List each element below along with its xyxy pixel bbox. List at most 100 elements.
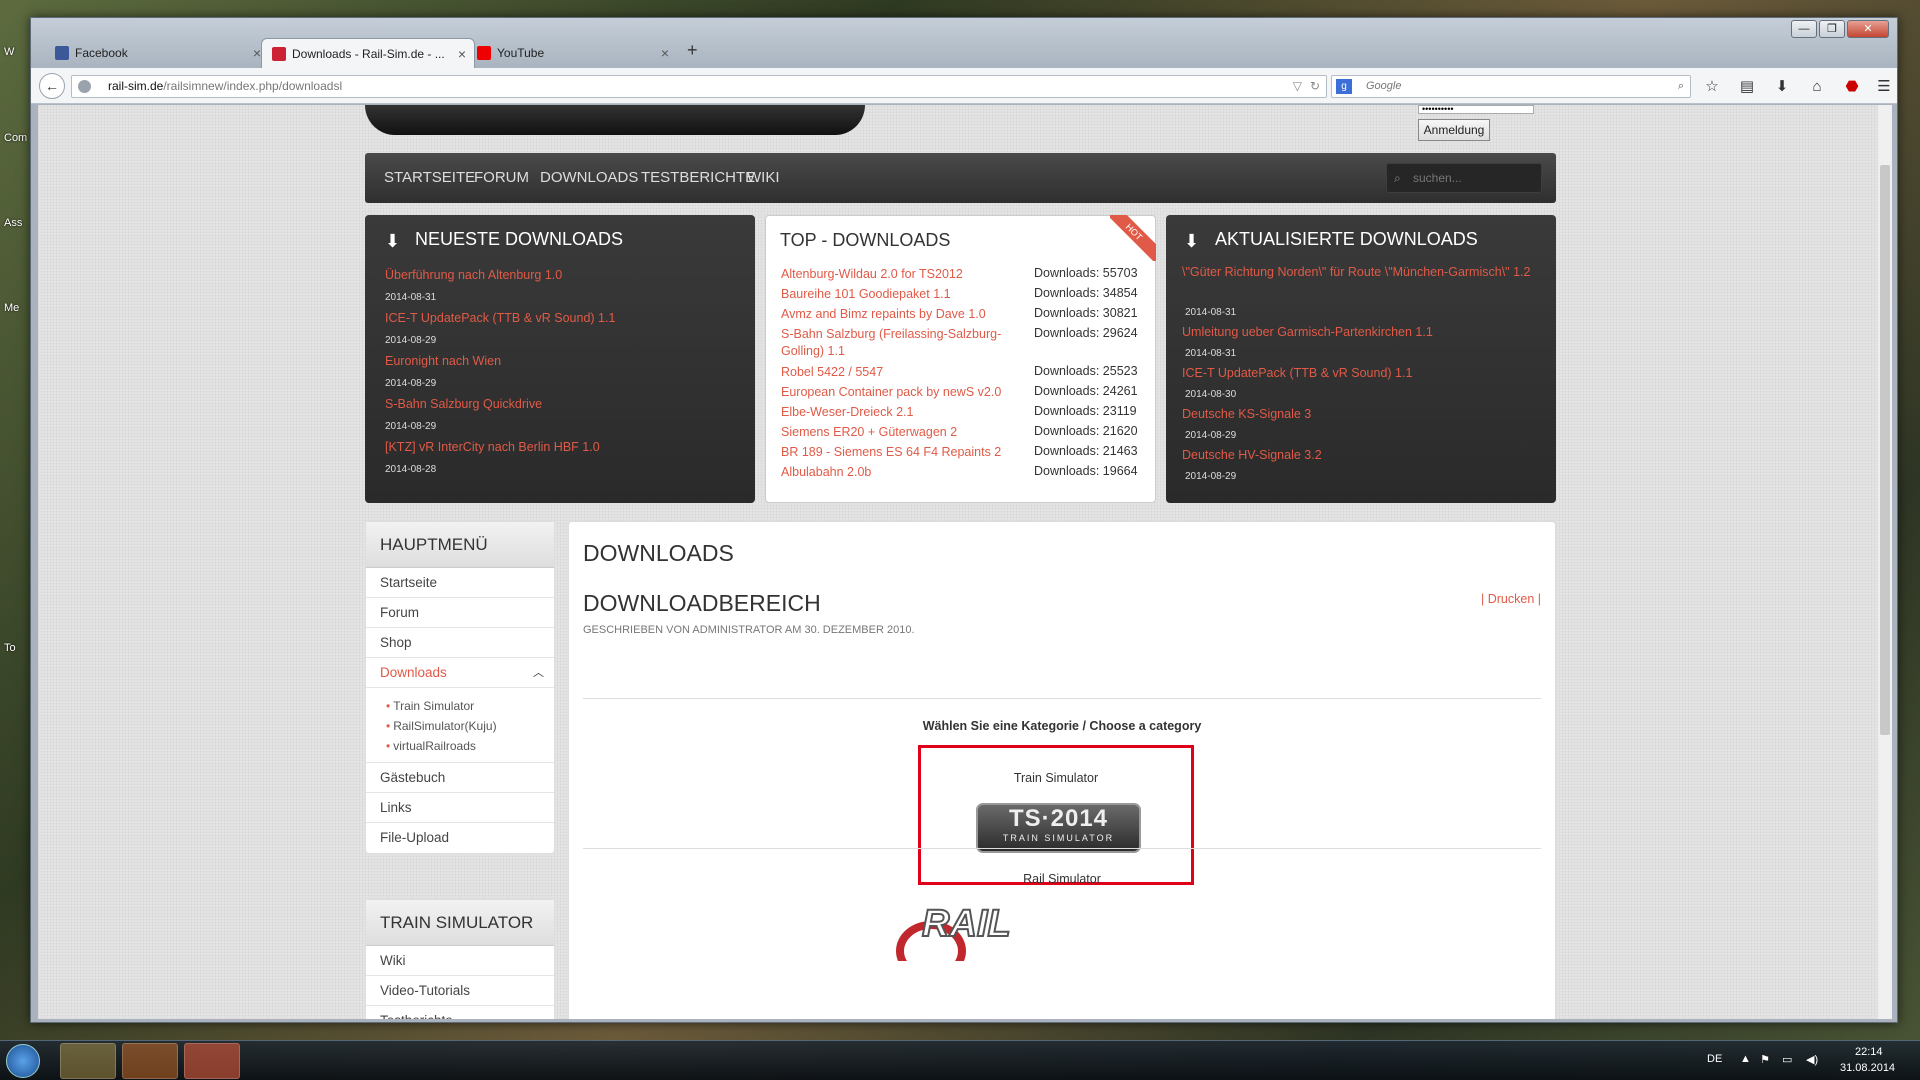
menu-item-forum[interactable]: Forum (366, 598, 554, 628)
top-download-link[interactable]: European Container pack by newS v2.0 (781, 384, 1021, 401)
download-icon[interactable]: ⬇ (1771, 76, 1793, 98)
download-count: Downloads: 25523 (1034, 364, 1138, 378)
download-link[interactable]: ICE-T UpdatePack (TTB & vR Sound) 1.1 (385, 311, 615, 325)
url-bar[interactable]: rail-sim.de/railsimnew/index.php/downloa… (71, 75, 1327, 98)
chevron-up-icon[interactable]: ︿ (533, 658, 544, 688)
choose-category-heading: Wählen Sie eine Kategorie / Choose a cat… (922, 719, 1202, 733)
top-downloads-box: HOT TOP - DOWNLOADS Altenburg-Wildau 2.0… (765, 215, 1156, 503)
search-icon: ⌕ (1394, 171, 1401, 185)
top-download-link[interactable]: Elbe-Weser-Dreieck 2.1 (781, 404, 1021, 421)
nav-wiki[interactable]: WIKI (747, 153, 780, 203)
hot-ribbon: HOT (1110, 215, 1156, 261)
clock-date[interactable]: 31.08.2014 (1840, 1062, 1895, 1074)
download-link[interactable]: S-Bahn Salzburg Quickdrive (385, 397, 542, 411)
nav-forum[interactable]: FORUM (474, 153, 529, 203)
tab-strip: Facebook × Downloads - Rail-Sim.de - ...… (31, 18, 1897, 68)
download-link[interactable]: ICE-T UpdatePack (TTB & vR Sound) 1.1 (1182, 366, 1412, 380)
firefox-taskbar-button[interactable] (184, 1043, 240, 1079)
network-icon[interactable]: ▭ (1782, 1053, 1792, 1066)
dropdown-arrow-icon[interactable]: ▽ (1293, 76, 1302, 97)
nav-testberichte[interactable]: TESTBERICHTE (641, 153, 755, 203)
menu-item-shop[interactable]: Shop (366, 628, 554, 658)
download-count: Downloads: 21463 (1034, 444, 1138, 458)
close-tab-icon[interactable]: × (458, 39, 466, 68)
top-download-link[interactable]: Baureihe 101 Goodiepaket 1.1 (781, 286, 1021, 303)
tab-facebook[interactable]: Facebook × (45, 38, 269, 68)
search-engine-box[interactable]: g Google ⌕ (1331, 75, 1691, 98)
divider (583, 848, 1541, 849)
menu-item-file-upload[interactable]: File-Upload (366, 823, 554, 853)
ts2014-logo[interactable]: TS·2014 TRAIN SIMULATOR (976, 803, 1141, 853)
top-download-link[interactable]: Robel 5422 / 5547 (781, 364, 1021, 381)
download-link[interactable]: Umleitung ueber Garmisch-Partenkirchen 1… (1182, 325, 1433, 339)
clipboard-icon[interactable]: ▤ (1736, 76, 1758, 98)
category-train-simulator[interactable]: Train Simulator TS·2014 TRAIN SIMULATOR (918, 745, 1194, 885)
submenu-item[interactable]: virtualRailroads (386, 736, 554, 756)
close-tab-icon[interactable]: × (253, 38, 261, 68)
url-host: rail-sim.de (108, 79, 164, 93)
tab-downloads[interactable]: Downloads - Rail-Sim.de - ... × (261, 38, 475, 68)
top-downloads-title: TOP - DOWNLOADS (780, 230, 951, 250)
maximize-button[interactable]: ❐ (1819, 20, 1845, 38)
home-icon[interactable]: ⌂ (1806, 76, 1828, 98)
volume-icon[interactable]: ◀) (1806, 1053, 1818, 1066)
railsim-icon (272, 47, 286, 61)
nav-downloads[interactable]: DOWNLOADS (540, 153, 638, 203)
back-arrow-icon[interactable]: ← (39, 73, 65, 99)
ts2014-logo-subtext: TRAIN SIMULATOR (1002, 833, 1115, 843)
media-player-taskbar-button[interactable] (122, 1043, 178, 1079)
menu-item-wiki[interactable]: Wiki (366, 946, 554, 976)
top-download-link[interactable]: BR 189 - Siemens ES 64 F4 Repaints 2 (781, 444, 1021, 461)
bookmark-star-icon[interactable]: ☆ (1701, 76, 1723, 98)
site-identity-icon[interactable] (78, 80, 91, 93)
top-download-link[interactable]: Albulabahn 2.0b (781, 464, 1021, 481)
close-tab-icon[interactable]: × (661, 38, 669, 68)
tray-expand-icon[interactable]: ▲ (1740, 1053, 1751, 1065)
top-download-link[interactable]: Altenburg-Wildau 2.0 for TS2012 (781, 266, 1021, 283)
top-download-link[interactable]: S-Bahn Salzburg (Freilassing-Salzburg-Go… (781, 326, 1021, 360)
start-button[interactable] (6, 1044, 40, 1078)
reload-icon[interactable]: ↻ (1310, 76, 1320, 97)
google-icon[interactable]: g (1336, 79, 1352, 94)
clock-time[interactable]: 22:14 (1855, 1046, 1883, 1058)
action-center-icon[interactable]: ⚑ (1760, 1053, 1770, 1066)
menu-item-testberichte[interactable]: Testberichte (366, 1006, 554, 1019)
language-indicator[interactable]: DE (1707, 1053, 1722, 1065)
menu-item-downloads[interactable]: Downloads ︿ (366, 658, 554, 688)
adblock-icon[interactable]: ⬣ (1841, 76, 1863, 98)
vertical-scrollbar[interactable] (1877, 105, 1892, 1019)
menu-item-startseite[interactable]: Startseite (366, 568, 554, 598)
menu-icon[interactable]: ☰ (1873, 76, 1895, 98)
download-date: 2014-08-31 (1185, 348, 1237, 359)
top-download-link[interactable]: Siemens ER20 + Güterwagen 2 (781, 424, 1021, 441)
search-icon[interactable]: ⌕ (1678, 76, 1684, 97)
download-date: 2014-08-29 (385, 335, 437, 346)
download-date: 2014-08-30 (1185, 389, 1237, 400)
site-search-input[interactable]: ⌕ suchen... (1386, 163, 1542, 193)
download-link[interactable]: Deutsche KS-Signale 3 (1182, 407, 1311, 421)
download-link[interactable]: Euronight nach Wien (385, 354, 501, 368)
top-download-link[interactable]: Avmz and Bimz repaints by Dave 1.0 (781, 306, 1021, 323)
password-field[interactable]: •••••••••• (1418, 105, 1534, 114)
minimize-button[interactable]: — (1791, 20, 1817, 38)
download-link[interactable]: Überführung nach Altenburg 1.0 (385, 268, 562, 282)
new-tab-button[interactable]: + (687, 40, 698, 61)
download-arrow-icon: ⬇ (1184, 231, 1200, 251)
scrollbar-thumb[interactable] (1880, 165, 1890, 735)
menu-item-video-tutorials[interactable]: Video-Tutorials (366, 976, 554, 1006)
explorer-taskbar-button[interactable] (60, 1043, 116, 1079)
nav-startseite[interactable]: STARTSEITE (384, 153, 475, 203)
download-link[interactable]: [KTZ] vR InterCity nach Berlin HBF 1.0 (385, 440, 600, 454)
close-window-button[interactable]: ✕ (1847, 20, 1889, 38)
login-button[interactable]: Anmeldung (1418, 119, 1490, 141)
print-link[interactable]: | Drucken | (1481, 592, 1541, 606)
tab-label: Downloads - Rail-Sim.de - ... (292, 47, 445, 61)
download-link[interactable]: Deutsche HV-Signale 3.2 (1182, 448, 1322, 462)
submenu-item[interactable]: Train Simulator (386, 696, 554, 716)
tab-youtube[interactable]: YouTube × (467, 38, 677, 68)
railsimulator-logo[interactable]: RAIL (892, 901, 1232, 961)
menu-item-links[interactable]: Links (366, 793, 554, 823)
menu-item-gaestebuch[interactable]: Gästebuch (366, 763, 554, 793)
download-link[interactable]: \"Güter Richtung Norden\" für Route \"Mü… (1182, 264, 1542, 281)
submenu-item[interactable]: RailSimulator(Kuju) (386, 716, 554, 736)
